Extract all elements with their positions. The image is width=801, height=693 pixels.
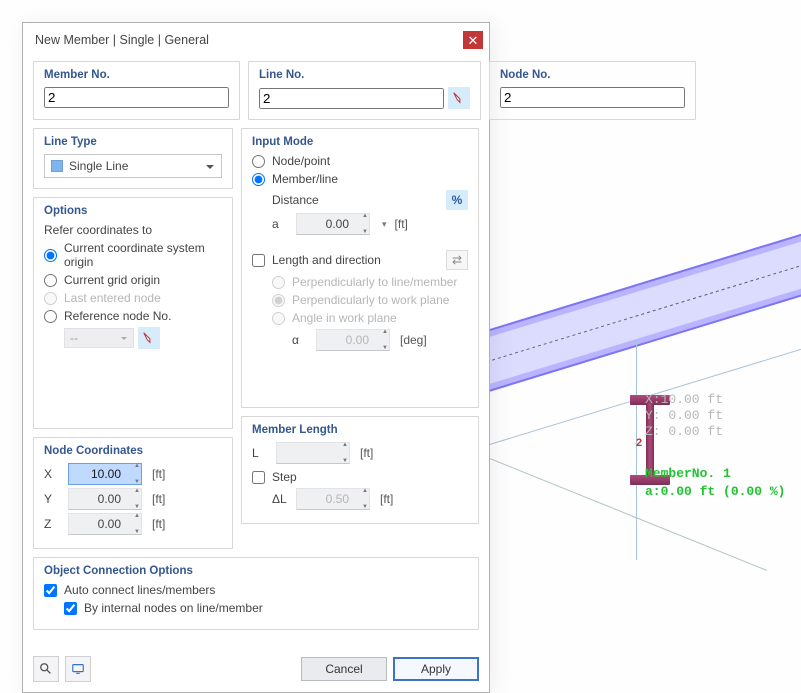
member-length-input xyxy=(276,442,350,464)
percent-toggle[interactable]: % xyxy=(446,190,468,210)
label-line-no: Line No. xyxy=(259,69,470,81)
coord-x-stepper[interactable]: ▲▼ xyxy=(134,463,146,485)
label-node-coordinates: Node Coordinates xyxy=(44,445,222,457)
chevron-down-icon[interactable]: ▾ xyxy=(382,219,387,230)
line-no-input[interactable] xyxy=(259,88,444,109)
distance-a-input[interactable] xyxy=(296,213,370,235)
display-settings-icon[interactable] xyxy=(65,656,91,682)
pane-input-mode: Input Mode Node/point Member/line Distan… xyxy=(241,128,479,408)
pick-line-icon[interactable] xyxy=(448,87,470,109)
coord-y-row: Y ▲▼ [ft] xyxy=(44,488,222,510)
radio-grid-origin[interactable]: Current grid origin xyxy=(44,273,222,287)
label-distance: Distance xyxy=(272,193,319,207)
pane-connection-options: Object Connection Options Auto connect l… xyxy=(33,557,479,630)
line-type-select[interactable]: Single Line xyxy=(44,154,222,178)
distance-a-row: a ▲▼ ▾ [ft] xyxy=(252,213,468,235)
label-member-no: Member No. xyxy=(44,69,229,81)
pane-options: Options Refer coordinates to Current coo… xyxy=(33,197,233,429)
coord-y-input[interactable] xyxy=(68,488,142,510)
chk-length-direction[interactable]: Length and direction xyxy=(252,253,381,267)
pick-reference-node-icon[interactable] xyxy=(138,327,160,349)
coord-y-stepper[interactable]: ▲▼ xyxy=(134,488,146,510)
step-dl-input xyxy=(296,488,370,510)
radio-last-node: Last entered node xyxy=(44,291,222,305)
member-length-row: L ▲▼ [ft] xyxy=(252,442,468,464)
pane-line-type: Line Type Single Line xyxy=(33,128,233,189)
coord-z-stepper[interactable]: ▲▼ xyxy=(134,513,146,535)
label-member-length: Member Length xyxy=(252,424,468,436)
label-node-no: Node No. xyxy=(500,69,685,81)
radio-node-point[interactable]: Node/point xyxy=(252,154,468,168)
step-dl-stepper: ▲▼ xyxy=(362,488,374,510)
node-marker-label: 2 xyxy=(636,437,642,449)
label-options: Options xyxy=(44,205,222,217)
alpha-stepper: ▲▼ xyxy=(382,329,394,351)
alpha-row: α ▲▼ [deg] xyxy=(252,329,468,351)
coord-x-input[interactable] xyxy=(68,463,142,485)
pane-node-no: Node No. xyxy=(489,61,696,120)
dialog-title: New Member | Single | General xyxy=(35,33,463,47)
member-reference-text: MemberNo. 1 a:0.00 ft (0.00 %) xyxy=(645,465,785,501)
label-input-mode: Input Mode xyxy=(252,136,468,148)
radio-reference-node[interactable]: Reference node No. xyxy=(44,309,222,323)
member-length-stepper: ▲▼ xyxy=(342,442,354,464)
label-line-type: Line Type xyxy=(44,136,222,148)
pane-member-length: Member Length L ▲▼ [ft] Step ΔL ▲▼ xyxy=(241,416,479,524)
step-dl-row: ΔL ▲▼ [ft] xyxy=(252,488,468,510)
line-type-value: Single Line xyxy=(69,159,128,173)
line-type-swatch-icon xyxy=(51,160,63,172)
chk-step[interactable]: Step xyxy=(252,470,468,484)
radio-perp-line: Perpendicularly to line/member xyxy=(252,275,468,289)
cursor-coordinates: X:10.00 ft Y: 0.00 ft Z: 0.00 ft xyxy=(645,392,723,440)
pane-node-coordinates: Node Coordinates X ▲▼ [ft] Y ▲▼ [ft] xyxy=(33,437,233,549)
close-icon[interactable]: ✕ xyxy=(463,31,483,49)
member-no-input[interactable] xyxy=(44,87,229,108)
radio-member-line[interactable]: Member/line xyxy=(252,172,468,186)
chk-auto-connect[interactable]: Auto connect lines/members xyxy=(44,583,468,597)
label-refer: Refer coordinates to xyxy=(44,223,222,237)
radio-perp-plane: Perpendicularly to work plane xyxy=(252,293,468,307)
apply-button[interactable]: Apply xyxy=(393,657,479,681)
coord-x-row: X ▲▼ [ft] xyxy=(44,463,222,485)
alpha-input xyxy=(316,329,390,351)
label-connection-options: Object Connection Options xyxy=(44,565,468,577)
chk-internal-nodes[interactable]: By internal nodes on line/member xyxy=(44,601,468,615)
pane-member-no: Member No. xyxy=(33,61,240,120)
pane-line-no: Line No. xyxy=(248,61,481,120)
help-icon[interactable] xyxy=(33,656,59,682)
new-member-dialog: New Member | Single | General ✕ Member N… xyxy=(22,22,490,693)
radio-csys-origin[interactable]: Current coordinate system origin xyxy=(44,241,222,269)
coord-z-row: Z ▲▼ [ft] xyxy=(44,513,222,535)
title-bar[interactable]: New Member | Single | General ✕ xyxy=(23,23,489,57)
cancel-button[interactable]: Cancel xyxy=(301,657,387,681)
distance-a-stepper[interactable]: ▲▼ xyxy=(362,213,374,235)
radio-angle-plane: Angle in work plane xyxy=(252,311,468,325)
dialog-button-row: Cancel Apply xyxy=(23,648,489,692)
node-no-input[interactable] xyxy=(500,87,685,108)
swap-direction-icon[interactable]: ⇄ xyxy=(446,250,468,270)
reference-node-select: -- xyxy=(64,328,134,348)
coord-z-input[interactable] xyxy=(68,513,142,535)
